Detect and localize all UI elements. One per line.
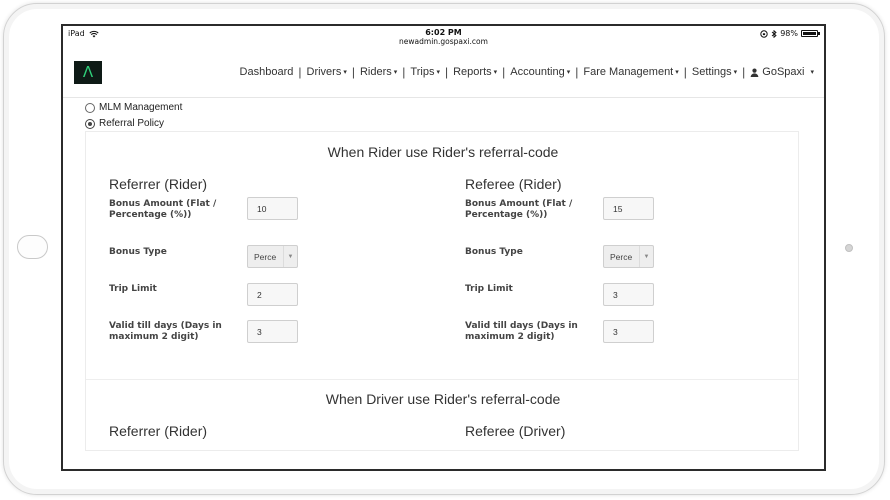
status-right: 98% [760,29,820,38]
nav-item-reports[interactable]: Reports ▾ [449,66,501,78]
referee-valid-days-label: Valid till days (Days in maximum 2 digit… [465,321,578,342]
nav-item-riders[interactable]: Riders ▾ [356,66,401,78]
caret-down-icon: ▾ [343,69,347,76]
select-value: Perce [610,251,633,262]
bluetooth-icon [771,29,777,38]
nav-item-label: Dashboard [239,66,294,78]
referrer-bonus-type-label: Bonus Type [109,247,167,257]
radio-label: MLM Management [99,102,183,113]
nav-item-trips[interactable]: Trips ▾ [406,66,444,78]
orientation-lock-icon [760,29,768,38]
referral-policy-panel: When Rider use Rider's referral-code Ref… [85,131,799,451]
caret-down-icon: ▾ [436,69,440,76]
nav-item-accounting[interactable]: Accounting ▾ [506,66,574,78]
nav-item-label: Settings [691,66,732,78]
radio-label: Referral Policy [99,118,165,129]
nav-item-fare-management[interactable]: Fare Management ▾ [579,66,682,78]
referrer-bonus-amount-label: Bonus Amount (Flat / Percentage (%)) [109,199,217,220]
screen: iPad 6:02 PM newadmin.gospaxi.com 98% Λ … [61,24,826,471]
caret-down-icon: ▾ [733,69,738,76]
home-button[interactable] [17,235,48,259]
nav-item-label: Drivers [306,66,342,78]
referee-trip-limit-label: Trip Limit [465,284,513,294]
top-navbar: Λ Dashboard | Drivers ▾ | Riders ▾ | Trips ▾ | Repo… [63,49,824,98]
caret-down-icon: ▾ [393,69,398,76]
status-time: 6:02 PM [425,28,462,37]
user-icon [750,68,759,77]
nav-item-label: Fare Management [583,66,674,78]
referrer-trip-limit-input[interactable]: 2 [247,283,298,306]
radio-button-selected[interactable] [85,118,95,129]
chevron-down-icon: ▼ [639,246,653,267]
referrer-heading: Referrer (Rider) [109,176,208,192]
radio-button[interactable] [85,102,95,113]
logo-mark-icon: Λ [82,63,94,81]
nav-item-label: Reports [453,66,492,78]
nav-menu: Dashboard | Drivers ▾ | Riders ▾ | Trips ▾ | Report… [236,65,818,79]
status-url[interactable]: newadmin.gospaxi.com [63,37,824,46]
referee-bonus-amount-input[interactable]: 15 [603,197,654,220]
referrer-heading-2: Referrer (Rider) [109,423,208,439]
referrer-trip-limit-label: Trip Limit [109,284,157,294]
camera-sensor [845,244,853,252]
referee-valid-days-input[interactable]: 3 [603,320,654,343]
section-divider [86,379,798,380]
section-title-driver-rider: When Driver use Rider's referral-code [325,391,561,407]
referee-bonus-type-label: Bonus Type [465,247,523,257]
chevron-down-icon: ▼ [283,246,297,267]
status-center: 6:02 PM newadmin.gospaxi.com [63,28,824,46]
battery-icon [801,30,820,37]
referrer-valid-days-input[interactable]: 3 [247,320,298,343]
nav-item-dashboard[interactable]: Dashboard [236,66,298,78]
nav-item-settings[interactable]: Settings ▾ [688,66,741,78]
radio-mlm-management[interactable]: MLM Management [85,102,182,113]
referee-heading-2: Referee (Driver) [465,423,566,439]
nav-item-drivers[interactable]: Drivers ▾ [303,66,351,78]
caret-down-icon: ▾ [810,69,814,76]
nav-item-label: Trips [410,66,435,78]
section-title-rider-rider: When Rider use Rider's referral-code [327,144,559,160]
nav-item-label: Accounting [510,66,565,78]
status-bar: iPad 6:02 PM newadmin.gospaxi.com 98% [63,26,824,49]
referrer-valid-days-label: Valid till days (Days in maximum 2 digit… [109,321,222,342]
caret-down-icon: ▾ [493,69,498,76]
referee-bonus-type-select[interactable]: Perce ▼ [603,245,654,268]
battery-fill [803,32,816,35]
caret-down-icon: ▾ [675,69,679,76]
referee-trip-limit-input[interactable]: 3 [603,283,654,306]
referrer-bonus-amount-input[interactable]: 10 [247,197,298,220]
radio-referral-policy[interactable]: Referral Policy [85,118,164,129]
battery-percent: 98% [780,29,798,38]
app-logo[interactable]: Λ [74,61,102,84]
referee-heading: Referee (Rider) [465,176,562,192]
nav-item-label: Riders [359,66,392,78]
referee-bonus-amount-label: Bonus Amount (Flat / Percentage (%)) [465,199,573,220]
nav-user-label: GoSpaxi [762,66,805,78]
select-value: Perce [254,251,277,262]
nav-user-menu[interactable]: GoSpaxi ▾ [746,66,818,78]
referrer-bonus-type-select[interactable]: Perce ▼ [247,245,298,268]
caret-down-icon: ▾ [566,69,571,76]
